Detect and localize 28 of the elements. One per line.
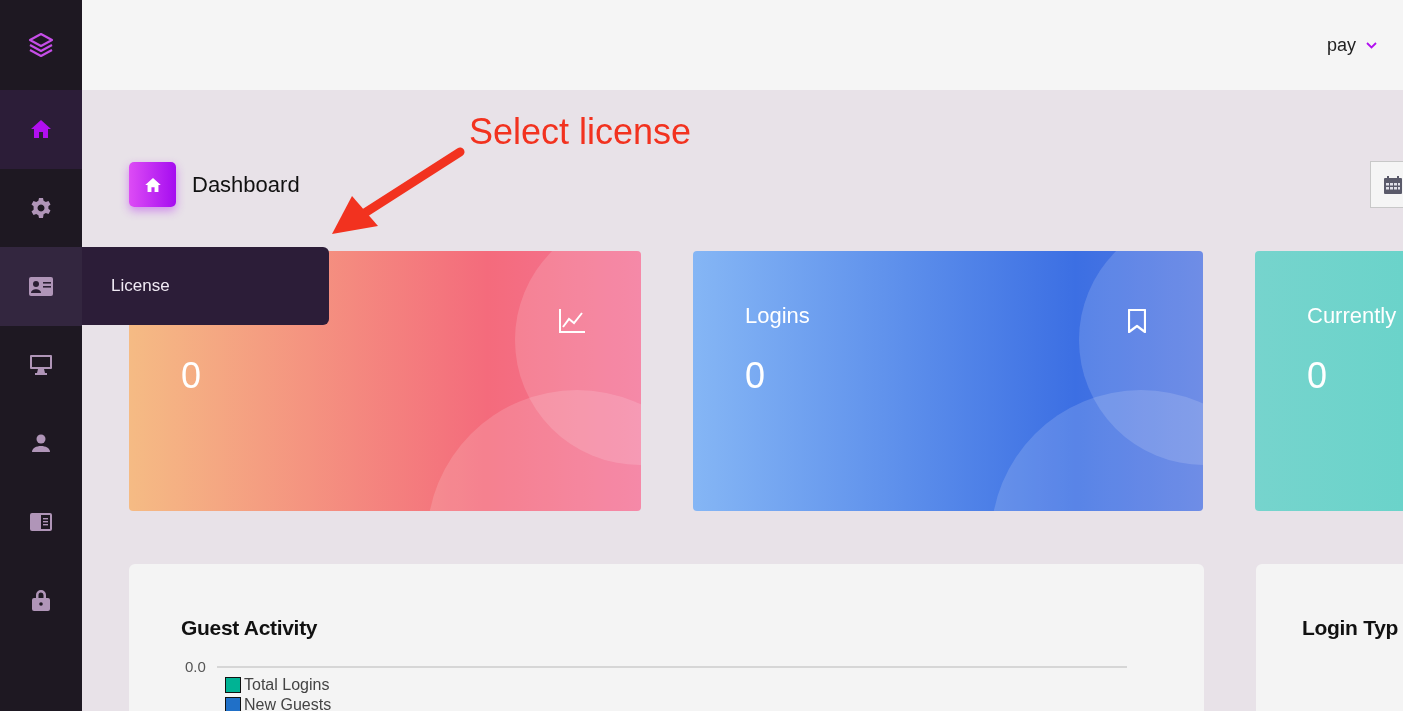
legend-label: Total Logins [244, 676, 330, 694]
home-icon [144, 177, 161, 192]
card-value: 0 [1307, 355, 1329, 397]
card-value: 0 [181, 355, 203, 397]
panel-title: Guest Activity [181, 616, 319, 640]
nav-tooltip: License [82, 247, 329, 325]
user-icon [32, 434, 50, 453]
calendar-icon [1384, 175, 1402, 194]
panel-title: Login Typ [1302, 616, 1400, 640]
card-value: 0 [745, 355, 767, 397]
card-title: Logins [745, 303, 810, 330]
monitor-icon [30, 354, 52, 375]
id-card-icon [29, 276, 53, 296]
axis-tick-label: 0.0 [185, 658, 207, 675]
book-icon [30, 512, 52, 531]
nav-item[interactable] [0, 90, 82, 169]
bookmark-icon [1128, 309, 1146, 333]
user-menu[interactable]: pay [1326, 34, 1377, 56]
page-title: Dashboard [192, 171, 300, 198]
gear-icon [31, 197, 51, 218]
home-icon [31, 120, 51, 139]
legend-label: New Guests [244, 696, 332, 711]
lock-icon [32, 589, 50, 612]
chevron-down-icon [1366, 41, 1377, 49]
annotation-text: Select license [469, 111, 692, 153]
line-chart-icon [559, 309, 585, 333]
card-title: Currently [1307, 303, 1397, 330]
layers-logo-icon [27, 31, 55, 59]
